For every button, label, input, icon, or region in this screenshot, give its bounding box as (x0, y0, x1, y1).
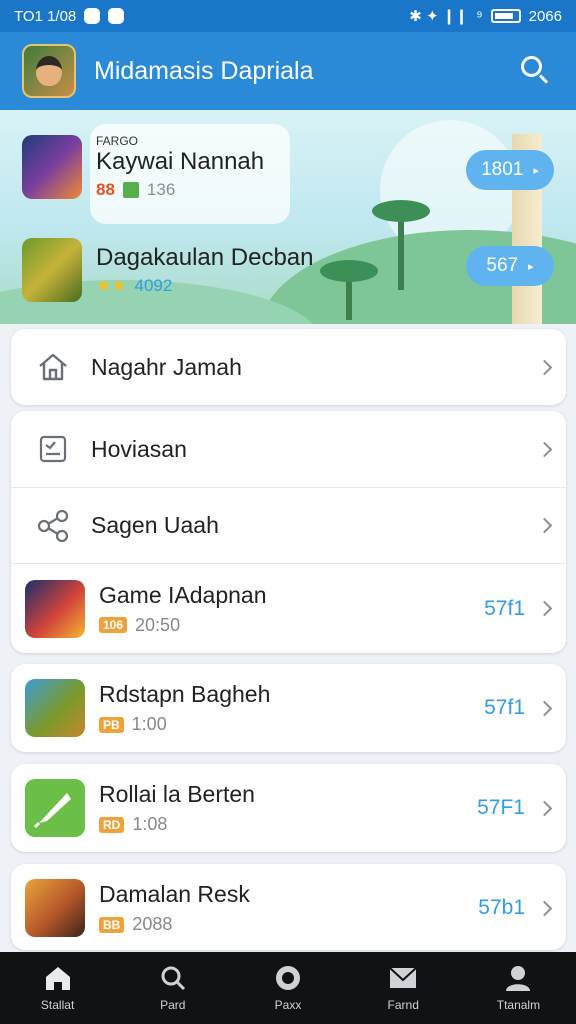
menu-card-list: Hoviasan Sagen Uaah Game IAdapnan 106 20:… (11, 411, 566, 653)
game-score: 57f1 (484, 696, 525, 719)
profile-icon (506, 966, 531, 991)
featured-score: 567 (486, 255, 519, 276)
nav-item-home[interactable]: Stallat (0, 952, 115, 1024)
game-tag: 106 (99, 617, 128, 633)
mail-icon (389, 967, 417, 988)
game-tag: BB (99, 916, 125, 933)
nav-item-games[interactable]: Paxx (230, 952, 345, 1024)
game-title: Game IAdapnan (99, 581, 267, 608)
game-list-item[interactable]: Rdstapn Bagheh PB 1:00 57f1 (11, 664, 566, 752)
chevron-right-icon: ▸ (528, 260, 534, 273)
featured-banner: FARGO Kaywai Nannah 88 136 1801 ▸ Dagaka… (0, 110, 576, 324)
app-title: Midamasis Dapriala (94, 56, 314, 85)
game-score: 57f1 (484, 596, 525, 620)
nav-label: Paxx (274, 998, 302, 1012)
game-title: Rollai la Berten (99, 781, 255, 807)
featured-count: 4092 (134, 276, 173, 295)
nav-item-profile[interactable]: Ttanalm (461, 952, 576, 1024)
game-thumbnail-icon (25, 679, 85, 737)
game-score: 57F1 (477, 796, 525, 819)
featured-tag: FARGO (96, 134, 139, 148)
status-battery-text: 2066 (528, 7, 562, 25)
nav-item-search[interactable]: Pard (115, 952, 230, 1024)
status-time: TO1 1/08 (14, 7, 77, 25)
game-time: 20:50 (135, 614, 181, 635)
featured-count: 136 (146, 180, 176, 199)
featured-item[interactable]: FARGO Kaywai Nannah 88 136 (22, 134, 264, 200)
game-thumbnail-icon (25, 579, 85, 638)
battery-icon (490, 9, 521, 23)
nav-label: Farnd (387, 998, 419, 1012)
app-notification-icon (108, 8, 125, 24)
search-icon[interactable] (518, 53, 554, 89)
menu-item-home[interactable]: Nagahr Jamah (11, 329, 566, 405)
status-bar: TO1 1/08 ✱ ✦ ❙❙ ⁹ 2066 (0, 0, 576, 32)
checklist-icon (39, 435, 67, 463)
game-card: Damalan Resk BB 2088 57b1 (11, 864, 566, 950)
menu-card-home: Nagahr Jamah (11, 329, 566, 405)
chevron-right-icon (536, 600, 553, 617)
stars-icon: ★★ (96, 276, 127, 295)
chevron-right-icon (536, 517, 553, 534)
game-thumbnail-icon (22, 135, 82, 199)
game-score: 57b1 (478, 896, 525, 919)
nav-label: Pard (160, 998, 186, 1012)
menu-item-label: Sagen Uaah (91, 512, 219, 538)
search-icon (161, 966, 185, 991)
featured-item[interactable]: Dagakaulan Decban ★★ 4092 (22, 238, 314, 302)
chevron-right-icon (536, 800, 553, 816)
chevron-right-icon (536, 700, 553, 716)
chevron-right-icon: ▸ (533, 164, 539, 177)
featured-score-button[interactable]: 1801 ▸ (466, 150, 554, 190)
avatar[interactable] (22, 44, 76, 98)
chevron-right-icon (536, 441, 553, 457)
signal-icons: ✱ ✦ ❙❙ ⁹ (409, 8, 483, 25)
featured-score: 1801 (481, 159, 524, 180)
app-bar: Midamasis Dapriala (0, 32, 576, 110)
share-icon (37, 509, 69, 542)
nav-item-mail[interactable]: Farnd (346, 952, 461, 1024)
feather-icon (33, 793, 71, 829)
home-icon (45, 967, 70, 990)
game-tag: PB (99, 716, 124, 733)
game-list-item[interactable]: Damalan Resk BB 2088 57b1 (11, 864, 566, 950)
menu-item-label: Nagahr Jamah (91, 353, 242, 380)
featured-title: Kaywai Nannah (96, 148, 265, 175)
nav-label: Ttanalm (496, 998, 541, 1012)
game-time: 2088 (132, 914, 173, 934)
game-thumbnail-icon (25, 779, 85, 837)
game-time: 1:00 (131, 714, 167, 734)
game-thumbnail-icon (25, 879, 85, 937)
game-list-item[interactable]: Game IAdapnan 106 20:50 57f1 (11, 563, 566, 653)
game-tag: RD (99, 816, 125, 833)
chevron-right-icon (536, 900, 553, 916)
chevron-right-icon (536, 359, 553, 375)
game-title: Rdstapn Bagheh (99, 681, 271, 707)
featured-rating: 88 (96, 180, 115, 199)
featured-title: Dagakaulan Decban (96, 244, 314, 271)
home-icon (39, 353, 67, 381)
game-title: Damalan Resk (99, 881, 250, 907)
featured-score-button[interactable]: 567 ▸ (466, 246, 554, 286)
game-icon (276, 966, 300, 990)
menu-item-share[interactable]: Sagen Uaah (11, 487, 566, 563)
game-list-item[interactable]: Rollai la Berten RD 1:08 57F1 (11, 764, 566, 852)
menu-item-label: Hoviasan (91, 435, 187, 462)
menu-item-hoviasan[interactable]: Hoviasan (11, 411, 566, 487)
game-time: 1:08 (132, 814, 168, 834)
game-card: Rollai la Berten RD 1:08 57F1 (11, 764, 566, 852)
game-card: Rdstapn Bagheh PB 1:00 57f1 (11, 664, 566, 752)
notification-icon (84, 8, 101, 24)
game-thumbnail-icon (22, 238, 82, 302)
bottom-navigation: Stallat Pard Paxx Farnd Ttanalm (0, 952, 576, 1024)
upvote-icon (122, 182, 139, 198)
nav-label: Stallat (40, 998, 75, 1012)
